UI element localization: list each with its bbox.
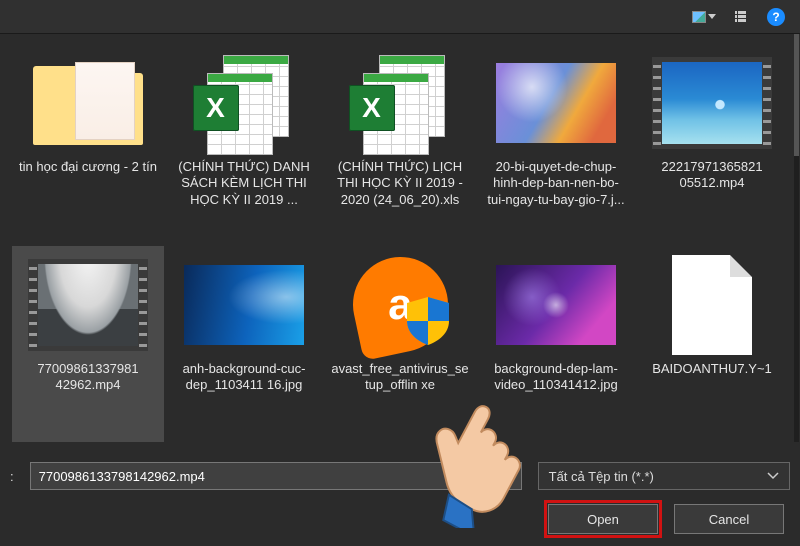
file-label: avast_free_antivirus_setup_offlin xe <box>327 357 473 394</box>
image-thumbnail <box>496 50 616 155</box>
image-thumbnail <box>184 252 304 357</box>
chevron-down-icon <box>767 472 779 480</box>
file-item-video-selected[interactable]: 77009861337981 42962.mp4 <box>12 246 164 442</box>
file-label: 77009861337981 42962.mp4 <box>15 357 161 394</box>
file-icon <box>652 252 772 357</box>
filename-prefix: : <box>10 469 14 484</box>
file-label: anh-background-cuc-dep_1103411 16.jpg <box>171 357 317 394</box>
file-label: background-dep-lam-video_110341412.jpg <box>483 357 629 394</box>
caret-down-icon <box>708 14 716 19</box>
scroll-handle[interactable] <box>794 34 799 156</box>
file-item-image[interactable]: 20-bi-quyet-de-chup-hinh-dep-ban-nen-bo-… <box>480 44 632 244</box>
open-button[interactable]: Open <box>548 504 658 534</box>
view-list-button[interactable] <box>728 7 752 27</box>
cancel-button-label: Cancel <box>709 512 749 527</box>
filetype-dropdown[interactable]: Tất cả Tệp tin (*.*) <box>538 462 790 490</box>
folder-icon <box>28 50 148 155</box>
avast-icon: a <box>340 252 460 357</box>
filename-input[interactable] <box>30 462 522 490</box>
video-thumbnail <box>652 50 772 155</box>
view-thumbnails-dropdown[interactable] <box>692 7 716 27</box>
cancel-button[interactable]: Cancel <box>674 504 784 534</box>
excel-icon: X <box>340 50 460 155</box>
file-item-xls[interactable]: X (CHÍNH THỨC) DANH SÁCH KÈM LỊCH THI HỌ… <box>168 44 320 244</box>
help-icon: ? <box>767 8 785 26</box>
file-grid: tin học đại cương - 2 tín X (CHÍNH THỨC)… <box>0 34 800 448</box>
file-label: 22217971365821 05512.mp4 <box>639 155 785 192</box>
dialog-toolbar: ? <box>0 0 800 34</box>
image-thumbnail <box>496 252 616 357</box>
file-label: 20-bi-quyet-de-chup-hinh-dep-ban-nen-bo-… <box>483 155 629 208</box>
file-label: tin học đại cương - 2 tín <box>16 155 160 175</box>
uac-shield-icon <box>403 295 453 347</box>
open-button-label: Open <box>587 512 619 527</box>
picture-icon <box>692 11 706 23</box>
file-label: (CHÍNH THỨC) DANH SÁCH KÈM LỊCH THI HỌC … <box>171 155 317 208</box>
dialog-footer: : Tất cả Tệp tin (*.*) Open Cancel <box>0 462 800 534</box>
file-item-xls[interactable]: X (CHÍNH THỨC) LỊCH THI HỌC KỲ II 2019 -… <box>324 44 476 244</box>
file-item-generic[interactable]: BAIDOANTHU7.Y~1 <box>636 246 788 442</box>
file-item-image[interactable]: background-dep-lam-video_110341412.jpg <box>480 246 632 442</box>
file-item-folder[interactable]: tin học đại cương - 2 tín <box>12 44 164 244</box>
help-button[interactable]: ? <box>764 7 788 27</box>
filetype-label: Tất cả Tệp tin (*.*) <box>549 469 654 484</box>
vertical-scrollbar[interactable] <box>794 34 799 442</box>
file-item-exe[interactable]: a avast_free_antivirus_setup_offlin xe <box>324 246 476 442</box>
file-item-video[interactable]: 22217971365821 05512.mp4 <box>636 44 788 244</box>
video-thumbnail <box>28 252 148 357</box>
file-label: (CHÍNH THỨC) LỊCH THI HỌC KỲ II 2019 - 2… <box>327 155 473 208</box>
file-item-image[interactable]: anh-background-cuc-dep_1103411 16.jpg <box>168 246 320 442</box>
file-label: BAIDOANTHU7.Y~1 <box>649 357 775 377</box>
excel-icon: X <box>184 50 304 155</box>
list-icon <box>735 11 746 22</box>
